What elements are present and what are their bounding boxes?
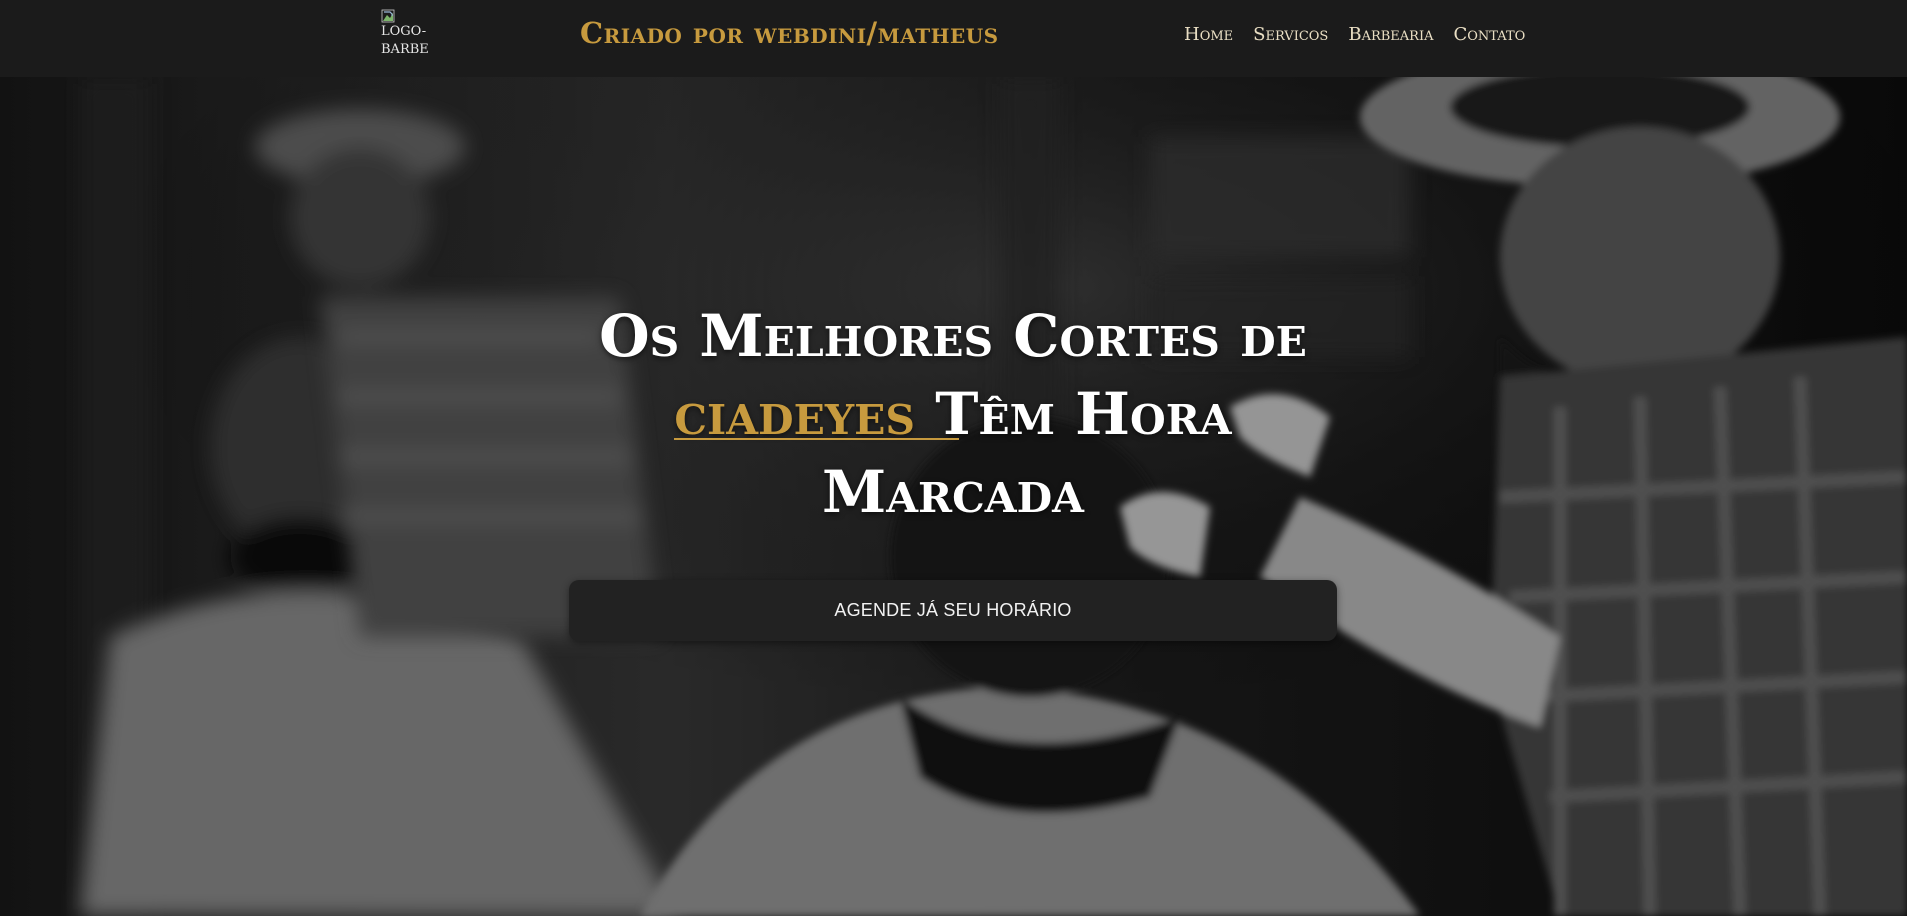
nav-link-home[interactable]: Home [1184, 24, 1233, 45]
page: LOGO-BARBE Criado por webdini/matheus Ho… [0, 0, 1907, 916]
hero-section: Os Melhores Cortes de ciadeyes Têm Hora … [0, 77, 1907, 916]
nav-link-contato[interactable]: Contato [1454, 24, 1526, 45]
brand-title: Criado por webdini/matheus [580, 16, 999, 50]
hero-headline: Os Melhores Cortes de ciadeyes Têm Hora … [553, 297, 1353, 531]
logo-alt-text: LOGO-BARBE [381, 24, 429, 57]
site-header: LOGO-BARBE Criado por webdini/matheus Ho… [0, 0, 1907, 77]
nav-link-barbearia[interactable]: Barbearia [1348, 24, 1433, 45]
headline-part-1: Os Melhores Cortes de [599, 302, 1307, 370]
broken-image-icon [381, 9, 395, 23]
main-nav: Home Servicos Barbearia Contato [1184, 24, 1525, 45]
logo[interactable]: LOGO-BARBE [381, 9, 433, 63]
headline-accent: ciadeyes [674, 380, 960, 448]
accent-underline [674, 438, 960, 440]
nav-link-servicos[interactable]: Servicos [1253, 24, 1328, 45]
book-appointment-button[interactable]: AGENDE JÁ SEU HORÁRIO [569, 580, 1337, 641]
